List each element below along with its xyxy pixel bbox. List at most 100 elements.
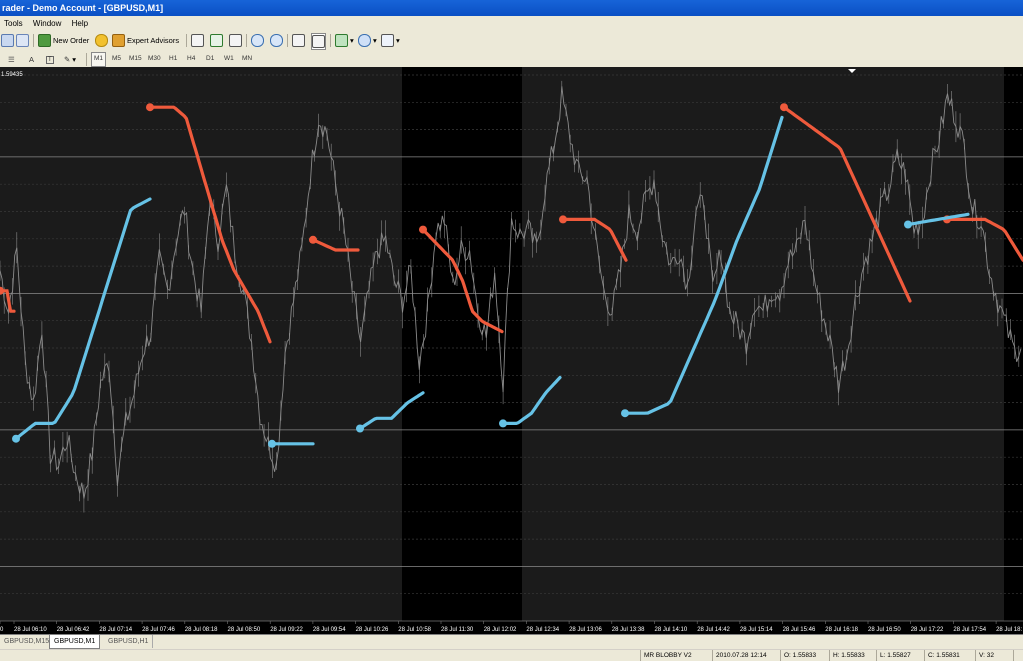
expert-advisors-icon — [112, 34, 125, 47]
time-tick-label: 28 Jul 12:02 — [484, 627, 517, 633]
menu-tools[interactable]: Tools — [0, 16, 27, 31]
templates-button[interactable]: ▾ — [381, 33, 400, 48]
period-h4[interactable]: H4 — [185, 52, 197, 65]
new-chart-button[interactable] — [1, 33, 14, 48]
chart-shift-button[interactable] — [311, 33, 326, 50]
upper-band-start-dot — [559, 215, 567, 224]
upper-band-start-dot — [309, 235, 317, 244]
expert-advisors-button[interactable]: Expert Advisors — [112, 33, 179, 48]
time-tick-label: 28 Jul 14:10 — [655, 627, 688, 633]
horizontal-line-icon: ☰ — [8, 55, 15, 64]
bar-chart-button[interactable] — [191, 33, 204, 48]
period-m1[interactable]: M1 — [91, 52, 107, 67]
time-tick-label: 28 Jul 10:58 — [398, 627, 431, 633]
time-tick-label: 28 Jul 09:22 — [270, 627, 303, 633]
expert-advisors-label: Expert Advisors — [127, 36, 180, 45]
tab-gbpusd-m15[interactable]: GBPUSD,M15 — [0, 635, 55, 648]
arrows-tool[interactable]: ✎ ▾ — [64, 52, 76, 67]
line-chart-icon — [229, 34, 242, 47]
menu-window[interactable]: Window — [29, 16, 65, 31]
price-chart-canvas[interactable]: 0 28 Jul 06:10 28 Jul 06:42 28 Jul 07:14 28 … — [0, 67, 1023, 634]
time-tick-label: 28 Jul 07:14 — [99, 627, 132, 633]
new-order-label: New Order — [53, 36, 90, 45]
time-tick-label: 28 Jul 14:42 — [697, 627, 730, 633]
time-tick-label: 28 Jul 15:14 — [740, 627, 773, 633]
text-tool[interactable]: A — [29, 52, 34, 67]
status-bar: MR BLOBBY V2 2010.07.28 12:14 O: 1.55833… — [0, 649, 1023, 661]
period-mn[interactable]: MN — [240, 52, 254, 65]
time-tick-label: 28 Jul 11:30 — [441, 627, 474, 633]
time-tick-label: 28 Jul 07:46 — [142, 627, 175, 633]
period-m30[interactable]: M30 — [146, 52, 163, 65]
chevron-down-icon: ▾ — [396, 36, 400, 45]
period-d1[interactable]: D1 — [204, 52, 216, 65]
tab-gbpusd-m1[interactable]: GBPUSD,M1 — [49, 635, 101, 649]
status-volume: V: 32 — [975, 650, 994, 661]
zoom-in-button[interactable] — [251, 33, 264, 48]
time-tick-label: 28 Jul 06:42 — [57, 627, 90, 633]
indicators-button[interactable]: ▾ — [335, 33, 354, 48]
period-w1[interactable]: W1 — [222, 52, 236, 65]
new-chart-icon — [1, 34, 14, 47]
time-tick-label: 28 Jul 17:54 — [953, 627, 986, 633]
window-title: rader - Demo Account - [GBPUSD,M1] — [2, 3, 164, 13]
templates-icon — [381, 34, 394, 47]
time-tick-label: 28 Jul 06:10 — [14, 627, 47, 633]
bar-chart-icon — [191, 34, 204, 47]
horizontal-line-tool[interactable]: ☰ — [8, 52, 15, 67]
time-tick-label: 28 Jul 10:26 — [356, 627, 389, 633]
zoom-out-icon — [270, 34, 283, 47]
new-order-icon — [38, 34, 51, 47]
menu-help[interactable]: Help — [68, 16, 92, 31]
lower-band-start-dot — [356, 424, 364, 433]
lower-band-start-dot — [621, 409, 629, 418]
time-tick-label: 28 Jul 13:38 — [612, 627, 645, 633]
line-chart-button[interactable] — [229, 33, 242, 48]
candlestick-icon — [210, 34, 223, 47]
main-toolbar: New Order Expert Advisors ▾ ▾ ▾ — [0, 31, 1023, 51]
tab-gbpusd-h1[interactable]: GBPUSD,H1 — [104, 635, 154, 648]
time-tick-label: 28 Jul 08:18 — [185, 627, 218, 633]
zoom-out-button[interactable] — [270, 33, 283, 48]
upper-band-start-dot — [419, 225, 427, 234]
new-order-button[interactable]: New Order — [38, 33, 89, 48]
chart-tabs: GBPUSD,M15 GBPUSD,M1 GBPUSD,H1 — [0, 634, 1023, 650]
status-datetime: 2010.07.28 12:14 — [712, 650, 767, 661]
chart-shift-icon — [312, 35, 325, 48]
zoom-window-button[interactable] — [16, 33, 29, 48]
auto-scroll-button[interactable] — [292, 33, 305, 48]
periods-button[interactable]: ▾ — [358, 33, 377, 48]
autotrading-button[interactable] — [95, 33, 108, 48]
chevron-down-icon: ▾ — [373, 36, 377, 45]
price-label: 1.59435 — [1, 72, 23, 78]
status-open: O: 1.55833 — [780, 650, 816, 661]
arrows-icon: ✎ — [64, 55, 71, 64]
menu-bar: Tools Window Help — [0, 16, 1023, 32]
chevron-down-icon: ▾ — [72, 55, 77, 64]
upper-band-start-dot — [146, 103, 154, 112]
indicators-icon — [335, 34, 348, 47]
status-close: C: 1.55831 — [924, 650, 960, 661]
warning-icon — [95, 34, 108, 47]
auto-scroll-icon — [292, 34, 305, 47]
upper-band-start-dot — [780, 103, 788, 112]
session-shade-before — [0, 67, 402, 621]
period-m15[interactable]: M15 — [127, 52, 144, 65]
period-h1[interactable]: H1 — [167, 52, 179, 65]
window-title-bar[interactable]: rader - Demo Account - [GBPUSD,M1] — [0, 0, 1023, 16]
period-toolbar: ☰ A T ✎ ▾ M1 M5 M15 M30 H1 H4 D1 W1 MN — [0, 50, 1023, 68]
zoom-in-icon — [251, 34, 264, 47]
period-m5[interactable]: M5 — [110, 52, 123, 65]
time-tick-label: 28 Jul 13:06 — [569, 627, 602, 633]
chevron-down-icon: ▾ — [350, 36, 354, 45]
lower-band-start-dot — [904, 220, 912, 229]
status-profile: MR BLOBBY V2 — [640, 650, 692, 661]
time-tick-label: 28 Jul 17:22 — [911, 627, 944, 633]
market-watch-icon — [16, 34, 29, 47]
candlestick-button[interactable] — [210, 33, 223, 48]
text-label-tool[interactable]: T — [46, 52, 54, 67]
time-tick-label: 28 Jul 09:54 — [313, 627, 346, 633]
text-icon: A — [29, 55, 35, 64]
text-label-icon: T — [46, 55, 54, 64]
price-chart[interactable]: 0 28 Jul 06:10 28 Jul 06:42 28 Jul 07:14 28 … — [0, 67, 1023, 634]
